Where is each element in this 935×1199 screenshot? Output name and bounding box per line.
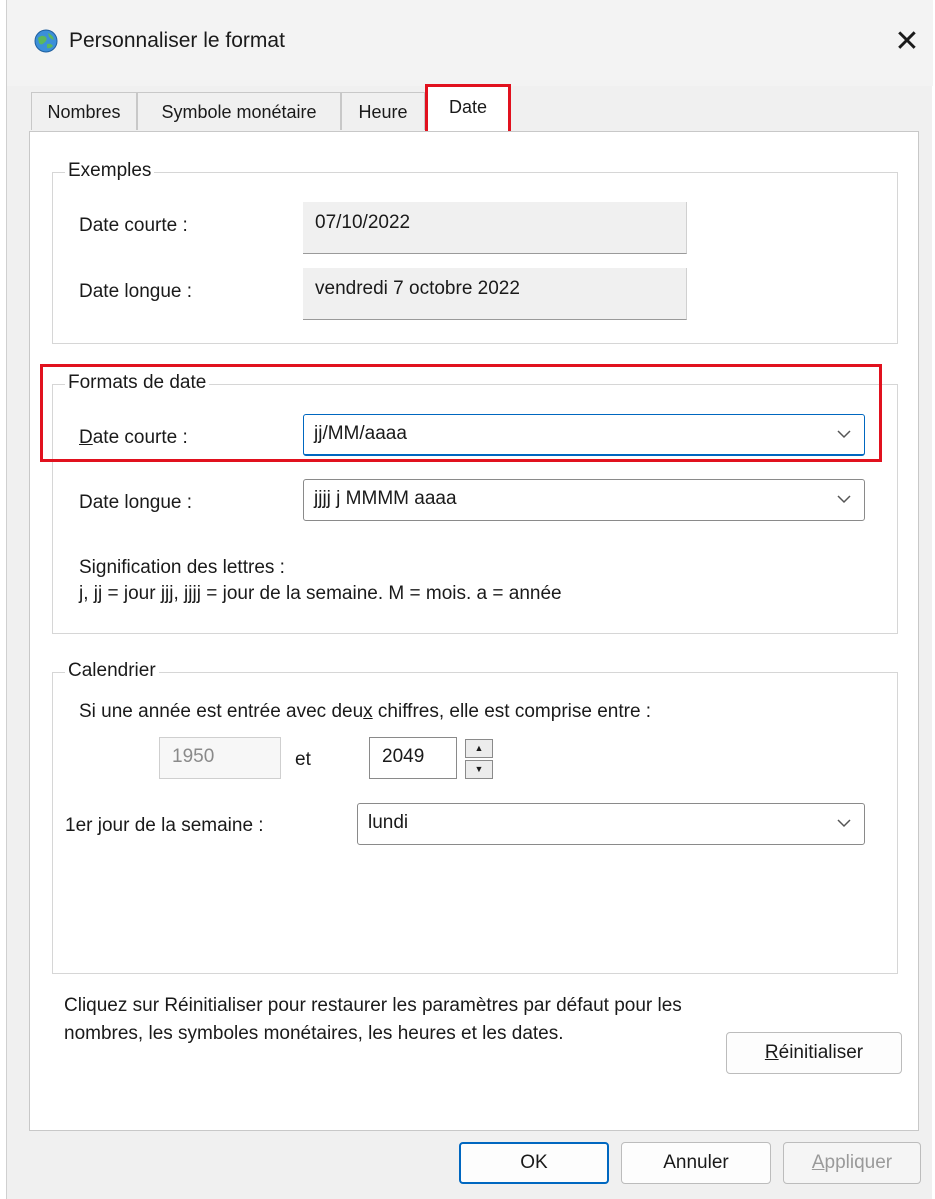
cancel-button[interactable]: Annuler [621, 1142, 771, 1184]
example-long-value: vendredi 7 octobre 2022 [303, 268, 687, 320]
long-date-format-combo[interactable]: jjjj j MMMM aaaa [303, 479, 865, 521]
long-date-format-value: jjjj j MMMM aaaa [314, 488, 457, 509]
tab-nombres[interactable]: Nombres [31, 92, 137, 130]
tab-heure[interactable]: Heure [341, 92, 425, 130]
tab-date[interactable]: Date [425, 84, 511, 132]
two-digit-year-label: Si une année est entrée avec deux chiffr… [79, 701, 652, 722]
short-date-highlight-box [40, 364, 882, 462]
first-day-combo[interactable]: lundi [357, 803, 865, 845]
first-day-value: lundi [368, 812, 409, 833]
spin-up-icon[interactable]: ▲ [465, 739, 493, 758]
calendar-legend: Calendrier [65, 660, 159, 682]
letters-meaning-text: j, jj = jour jjj, jjjj = jour de la sema… [79, 583, 562, 604]
tab-symbole-monetaire[interactable]: Symbole monétaire [137, 92, 341, 130]
year-from-field: 1950 [159, 737, 281, 779]
calendar-group: Calendrier Si une année est entrée avec … [52, 660, 898, 974]
reset-description: Cliquez sur Réinitialiser pour restaurer… [64, 995, 682, 1044]
example-short-value: 07/10/2022 [303, 202, 687, 254]
dialog-title: Personnaliser le format [69, 29, 285, 52]
close-button[interactable]: ✕ [887, 22, 927, 62]
first-day-label: 1er jour de la semaine : [65, 815, 264, 836]
date-tab-panel: Exemples Date courte : 07/10/2022 Date l… [29, 131, 919, 1131]
example-short-label: Date courte : [79, 215, 188, 236]
title-bar: Personnaliser le format ✕ [7, 0, 933, 86]
chevron-down-icon [836, 812, 852, 834]
examples-legend: Exemples [65, 160, 155, 182]
apply-button[interactable]: Appliquer [783, 1142, 921, 1184]
year-to-field[interactable]: 2049 [369, 737, 457, 779]
example-long-label: Date longue : [79, 281, 193, 302]
customize-format-dialog: Personnaliser le format ✕ Nombres Symbol… [6, 0, 933, 1199]
long-date-label: Date longue : [79, 492, 193, 513]
letters-meaning-title: Signification des lettres : [79, 557, 285, 578]
reset-button[interactable]: Réinitialiser [726, 1032, 902, 1074]
examples-group: Exemples Date courte : 07/10/2022 Date l… [52, 160, 898, 344]
globe-icon [33, 28, 59, 54]
spin-down-icon[interactable]: ▼ [465, 760, 493, 779]
ok-button[interactable]: OK [459, 1142, 609, 1184]
chevron-down-icon [836, 488, 852, 510]
year-spinner[interactable]: ▲ ▼ [465, 739, 493, 779]
and-label: et [295, 749, 311, 770]
